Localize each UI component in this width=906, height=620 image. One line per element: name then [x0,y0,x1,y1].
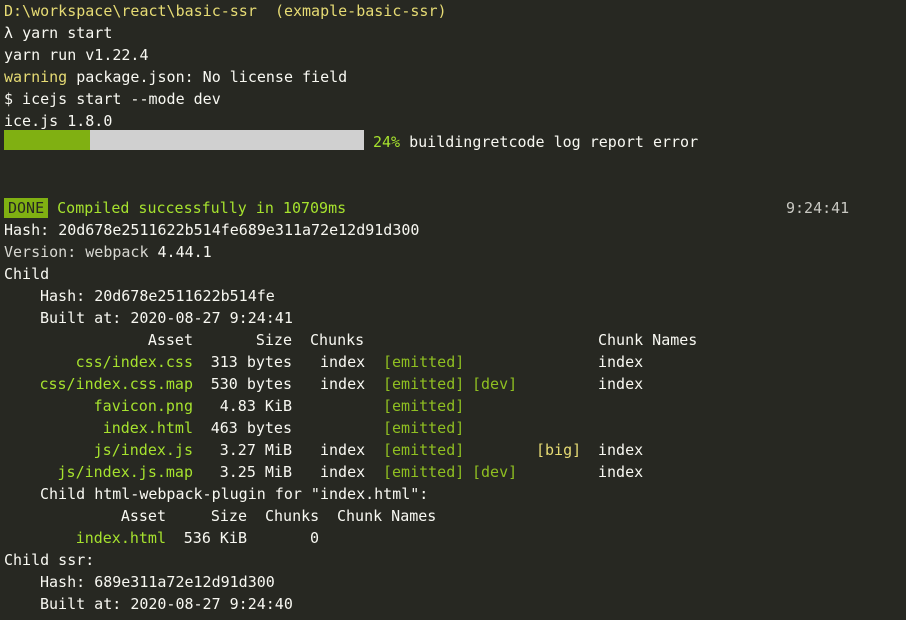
asset-cell-big: [big] [536,441,582,459]
asset-cell-size: 530 bytes [210,375,292,393]
child-hash-label: Hash: [40,287,86,305]
child-ssr-built-line: Built at: 2020-08-27 9:24:40 [40,593,293,615]
asset-cell-dev: [dev] [472,463,518,481]
asset-cell-chunk-names: index [598,463,644,481]
asset-cell-chunks: index [320,463,366,481]
child-ssr-built-date: 2020-08-27 [130,595,221,613]
child-plugin-label: Child [40,485,86,503]
asset-header-size: Size [255,331,292,349]
asset-cell-chunks: index [320,441,366,459]
asset-cell-size: 3.25 MiB [219,463,292,481]
child-ssr-hash-value: 689e311a72e12d91d300 [94,573,275,591]
done-timestamp: 9:24:41 [786,199,850,217]
asset-cell-chunks: index [320,375,366,393]
asset-cell-chunk-names: index [598,353,644,371]
asset-cell-chunks: index [320,353,366,371]
asset-cell-status: [emitted] [383,397,465,415]
asset-cell-status: [emitted] [383,441,465,459]
child-ssr-built-label: Built at: [40,595,122,613]
asset-cell-dev: [dev] [472,375,518,393]
asset-cell-size: 3.27 MiB [219,441,292,459]
plugin-row-chunks: 0 [309,529,319,547]
child-plugin-line: Child html-webpack-plugin for "index.htm… [40,483,428,505]
webpack-version-label: Version: webpack [4,243,149,261]
asset-cell-status: [emitted] [383,353,465,371]
asset-cell-status: [emitted] [383,463,465,481]
prompt-branch: (exmaple-basic-ssr) [274,2,447,20]
yarn-version-line: yarn run v1.22.4 [4,46,149,64]
asset-header-chunks: Chunks [310,331,365,349]
asset-cell-size: 463 bytes [210,419,292,437]
prompt-line: D:\workspace\react\basic-ssr (exmaple-ba… [4,0,447,22]
command-text: yarn start [22,24,113,42]
asset-header-chunk-names: Chunk Names [598,331,698,349]
prompt-symbol: λ [4,24,14,42]
asset-cell-size: 4.83 KiB [219,397,292,415]
terminal-window[interactable]: D:\workspace\react\basic-ssr (exmaple-ba… [0,0,906,620]
done-badge: DONE [4,198,49,218]
ice-version-line: ice.js 1.8.0 [4,112,113,130]
asset-cell-status: [emitted] [383,375,465,393]
child-hash-line: Hash: 20d678e2511622b514fe [40,285,275,307]
warning-line: warning package.json: No license field [4,66,347,88]
child-label: Child [4,265,50,283]
progress-status: buildingretcode log report error [409,133,699,151]
child-ssr-hash-label: Hash: [40,573,86,591]
hash-line: Hash: 20d678e2511622b514fe689e311a72e12d… [4,219,419,241]
asset-cell-chunk-names: index [598,375,644,393]
webpack-version-value: 4.44.1 [157,243,212,261]
child-built-label: Built at: [40,309,122,327]
child-ssr-title: Child ssr: [4,551,95,569]
child-ssr-built-time: 9:24:40 [229,595,293,613]
hash-label: Hash: [4,221,50,239]
child-built-time: 9:24:41 [229,309,293,327]
command-line: λ yarn start [4,22,112,44]
warning-text: package.json: No license field [76,68,348,86]
plugin-header-size: Size [210,507,247,525]
warning-label: warning [4,68,68,86]
progress-percent: 24% [373,133,401,151]
plugin-header-chunk-names: Chunk Names [337,507,437,525]
done-message: Compiled successfully in 10709ms [57,199,347,217]
webpack-version-line: Version: webpack 4.44.1 [4,241,212,263]
child-ssr-hash-line: Hash: 689e311a72e12d91d300 [40,571,275,593]
asset-cell-status: [emitted] [383,419,465,437]
child-built-line: Built at: 2020-08-27 9:24:41 [40,307,293,329]
progress-bar-fill [4,130,91,150]
exec-line: $ icejs start --mode dev [4,90,221,108]
child-hash-value: 20d678e2511622b514fe [94,287,275,305]
prompt-path: D:\workspace\react\basic-ssr [4,2,257,20]
child-plugin-title: html-webpack-plugin for "index.html": [94,485,429,503]
progress-status-line: 24% buildingretcode log report error [373,131,698,153]
progress-bar [4,130,364,150]
done-line: DONE Compiled successfully in 10709ms [4,197,346,219]
plugin-header-chunks: Chunks [265,507,320,525]
hash-value: 20d678e2511622b514fe689e311a72e12d91d300 [58,221,420,239]
asset-cell-chunk-names: index [598,441,644,459]
asset-cell-size: 313 bytes [210,353,292,371]
child-built-date: 2020-08-27 [130,309,221,327]
